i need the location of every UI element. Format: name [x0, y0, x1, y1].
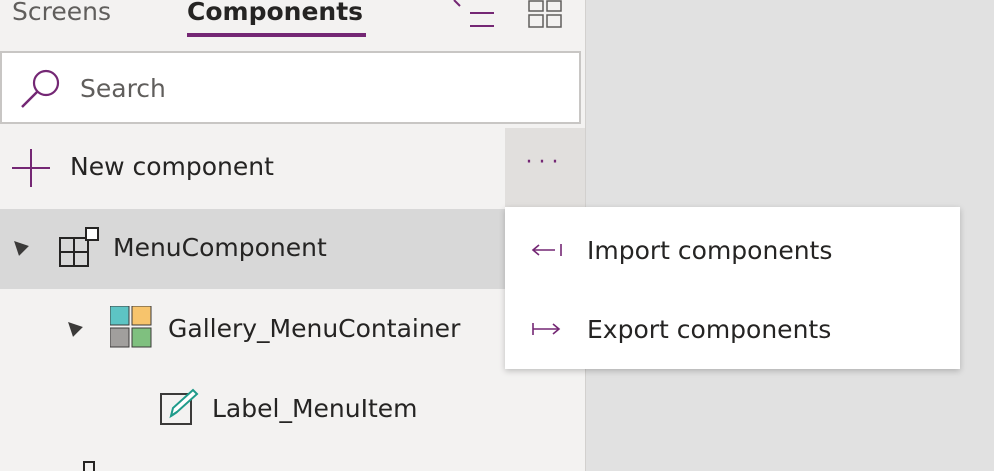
- tree-item-label: MenuComponent: [113, 233, 327, 262]
- tab-screens[interactable]: Screens: [12, 0, 111, 28]
- export-components-label: Export components: [587, 315, 832, 344]
- active-tab-indicator: [187, 33, 366, 37]
- edit-label-icon: [160, 388, 199, 425]
- tab-components[interactable]: Components: [187, 0, 363, 28]
- import-arrow-icon: [531, 244, 562, 256]
- export-arrow-icon: [532, 323, 561, 335]
- tree-item-gallery[interactable]: Gallery_MenuContainer: [0, 290, 585, 370]
- partial-tree-item-icon: [83, 461, 95, 471]
- more-options-button[interactable]: ···: [505, 128, 585, 207]
- sort-icon[interactable]: [450, 0, 496, 32]
- search-box[interactable]: [0, 51, 581, 124]
- new-component-label: New component: [70, 152, 274, 181]
- export-components-menu-item[interactable]: Export components: [505, 291, 960, 369]
- collapse-caret-icon[interactable]: [9, 236, 29, 256]
- new-component-button[interactable]: New component: [0, 128, 505, 208]
- plus-icon: [12, 149, 50, 187]
- collapse-caret-icon[interactable]: [63, 317, 83, 337]
- import-components-menu-item[interactable]: Import components: [505, 212, 960, 290]
- import-components-label: Import components: [587, 236, 833, 265]
- ellipsis-icon: ···: [525, 150, 565, 175]
- tree-item-menucomponent[interactable]: MenuComponent: [0, 209, 585, 289]
- component-icon: [59, 227, 99, 267]
- tree-view-panel: Screens Components New component ···: [0, 0, 586, 471]
- search-icon: [21, 69, 60, 108]
- tree-item-label: Gallery_MenuContainer: [168, 314, 461, 343]
- tree-item-label-menuitem[interactable]: Label_MenuItem: [0, 370, 585, 450]
- grid-view-icon[interactable]: [528, 0, 568, 32]
- search-input[interactable]: [80, 66, 560, 110]
- gallery-icon: [110, 306, 152, 348]
- tree-item-label: Label_MenuItem: [212, 394, 418, 423]
- context-menu: Import components Export components: [505, 207, 960, 369]
